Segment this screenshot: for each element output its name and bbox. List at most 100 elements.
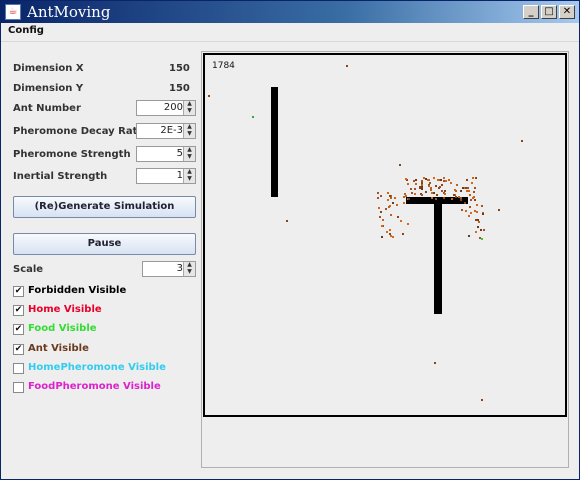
ant-particle (498, 209, 500, 211)
ant-particle (472, 177, 474, 179)
ant-particle (380, 211, 382, 213)
ant-particle (435, 185, 437, 187)
window-title: AntMoving (27, 3, 111, 21)
ant-particle (480, 229, 482, 231)
minimize-button[interactable]: _ (523, 5, 539, 19)
menu-bar: Config (1, 23, 579, 42)
ant-particle (521, 140, 523, 142)
ant-particle (387, 192, 389, 194)
checkbox-box[interactable]: ✔ (13, 344, 24, 355)
ant-particle (476, 211, 478, 213)
ant-particle (441, 190, 443, 192)
checkbox-box[interactable] (13, 382, 24, 393)
simulation-canvas[interactable]: 1784 (203, 53, 567, 417)
arrow-down-icon[interactable]: ▼ (185, 269, 194, 275)
menu-config[interactable]: Config (8, 25, 44, 36)
ant-particle (387, 199, 389, 201)
decay-rate-label: Pheromone Decay Rate (13, 126, 145, 137)
ant-particle (434, 362, 436, 364)
ant-particle (469, 194, 471, 196)
pause-button[interactable]: Pause (13, 233, 196, 255)
checkbox-box[interactable]: ✔ (13, 305, 24, 316)
checkbox-box[interactable]: ✔ (13, 286, 24, 297)
ant-particle (468, 235, 470, 237)
spinner-arrows[interactable]: ▲ ▼ (183, 124, 195, 138)
decay-rate-spinner[interactable]: 2E-3 ▲ ▼ (136, 123, 196, 139)
arrow-down-icon[interactable]: ▼ (185, 176, 194, 182)
ant-particle (451, 198, 453, 200)
ant-particle (444, 190, 446, 192)
arrow-down-icon[interactable]: ▼ (185, 131, 194, 137)
ant-particle (392, 202, 394, 204)
ant-particle (450, 182, 452, 184)
ant-particle (461, 209, 463, 211)
java-app-icon: ☕ (5, 4, 21, 20)
checkbox-box[interactable] (13, 363, 24, 374)
ant-particle (421, 194, 423, 196)
spinner-arrows[interactable]: ▲ ▼ (183, 262, 195, 276)
ant-particle (381, 236, 383, 238)
ant-particle (465, 187, 467, 189)
ant-particle (414, 193, 416, 195)
ant-particle (454, 189, 456, 191)
ant-particle (407, 183, 409, 185)
ant-particle (405, 195, 407, 197)
ant-particle (404, 193, 406, 195)
ant-particle (476, 204, 478, 206)
ant-particle (481, 399, 483, 401)
checkbox-label: Ant Visible (28, 343, 89, 354)
ant-particle (410, 188, 412, 190)
ant-particle (466, 179, 468, 181)
ant-particle (408, 198, 410, 200)
dimension-x-label: Dimension X (13, 63, 84, 74)
ant-number-spinner[interactable]: 200 ▲ ▼ (136, 100, 196, 116)
ant-particle (396, 204, 398, 206)
ant-particle (390, 214, 392, 216)
ant-particle (389, 233, 391, 235)
ant-particle (468, 190, 470, 192)
ant-particle (415, 179, 417, 181)
close-button[interactable]: ✕ (559, 5, 575, 19)
ant-particle (462, 187, 464, 189)
scale-spinner[interactable]: 3 ▲ ▼ (142, 261, 196, 277)
ant-particle (475, 177, 477, 179)
spinner-arrows[interactable]: ▲ ▼ (183, 101, 195, 115)
pheromone-strength-spinner[interactable]: 5 ▲ ▼ (136, 146, 196, 162)
ant-particle (407, 223, 409, 225)
inertial-strength-spinner[interactable]: 1 ▲ ▼ (136, 168, 196, 184)
ant-number-value[interactable]: 200 (164, 102, 183, 113)
ant-particle (423, 177, 425, 179)
checkbox-label: HomePheromone Visible (28, 362, 166, 373)
dimension-x-value: 150 (169, 63, 190, 74)
checkbox-box[interactable]: ✔ (13, 324, 24, 335)
spinner-arrows[interactable]: ▲ ▼ (183, 147, 195, 161)
ant-particle (390, 235, 392, 237)
title-bar[interactable]: ☕ AntMoving _ □ ✕ (1, 1, 579, 23)
ant-particle (475, 219, 477, 221)
checkbox-label: Home Visible (28, 304, 102, 315)
ant-particle (470, 212, 472, 214)
ant-particle (474, 199, 476, 201)
ant-particle (377, 197, 379, 199)
ant-particle (431, 197, 433, 199)
ant-particle (378, 207, 380, 209)
ant-particle (433, 177, 435, 179)
ant-particle (252, 116, 254, 118)
arrow-down-icon[interactable]: ▼ (185, 154, 194, 160)
generate-simulation-button[interactable]: (Re)Generate Simulation (13, 196, 196, 218)
decay-rate-value[interactable]: 2E-3 (160, 125, 183, 136)
ant-particle (400, 220, 402, 222)
spinner-arrows[interactable]: ▲ ▼ (183, 169, 195, 183)
ant-particle (405, 178, 407, 180)
arrow-down-icon[interactable]: ▼ (185, 108, 194, 114)
ant-particle (415, 183, 417, 185)
ant-particle (403, 202, 405, 204)
ant-particle (478, 221, 480, 223)
ant-particle (436, 194, 438, 196)
ant-particle (477, 226, 479, 228)
ant-particle (475, 231, 477, 233)
ant-particle (440, 179, 442, 181)
ant-particle (482, 213, 484, 215)
maximize-button[interactable]: □ (541, 5, 557, 19)
ant-particle (394, 197, 396, 199)
